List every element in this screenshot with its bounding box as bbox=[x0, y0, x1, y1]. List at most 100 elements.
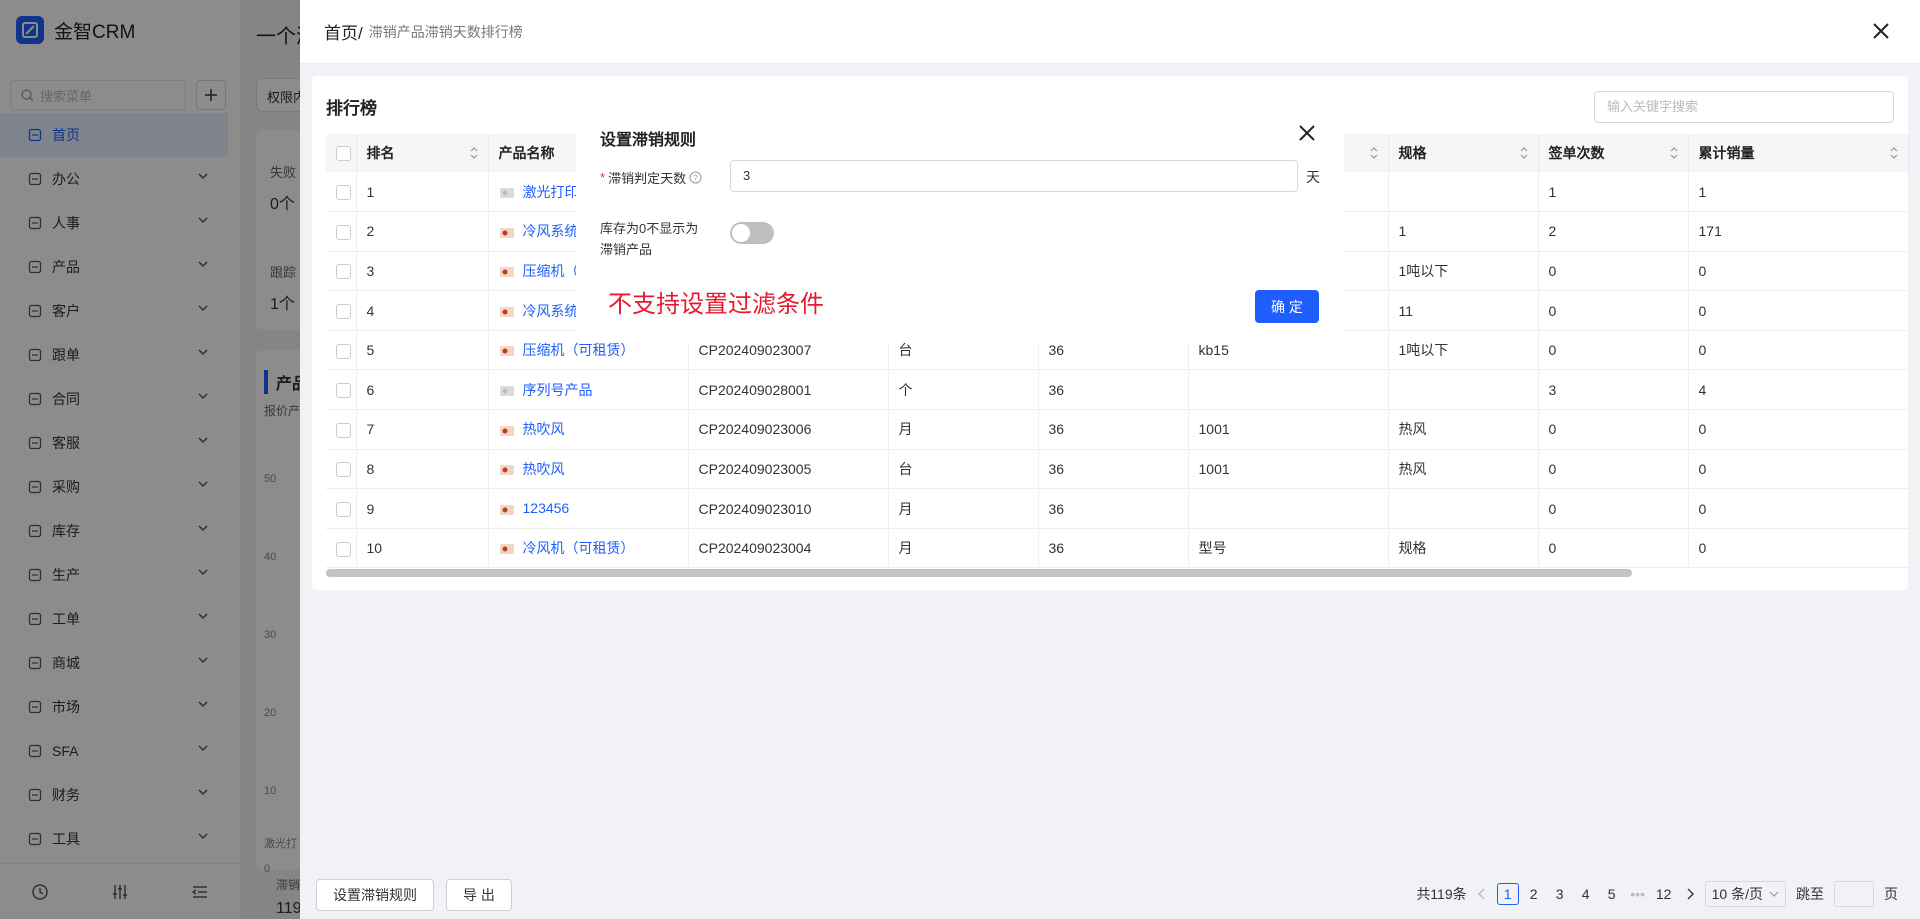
row-select-cell[interactable] bbox=[326, 528, 357, 569]
page-number[interactable]: 1 bbox=[1496, 883, 1519, 905]
page-number[interactable]: 5 bbox=[1601, 883, 1623, 905]
export-button[interactable]: 导 出 bbox=[446, 878, 512, 911]
drawer-footer: 设置滞销规则 导 出 共119条 1 2 3 4 5 ••• 12 10 条/页 跳至 页 bbox=[300, 870, 1920, 919]
cell-signs: 0 bbox=[1538, 290, 1689, 331]
sort-icon[interactable] bbox=[1370, 146, 1378, 160]
cell-spec bbox=[1388, 488, 1539, 529]
row-select-cell[interactable] bbox=[326, 330, 357, 371]
table-row[interactable]: 6 序列号产品 CP202409028001 个 36 3 4 bbox=[326, 369, 1909, 411]
table-row[interactable]: 9 123456 CP202409023010 月 36 0 0 bbox=[326, 488, 1909, 529]
product-name-cell[interactable]: 热吹风 bbox=[488, 449, 689, 490]
sort-icon[interactable] bbox=[470, 146, 478, 160]
product-name-cell[interactable]: 123456 bbox=[488, 488, 689, 529]
drawer-close-icon[interactable] bbox=[1870, 20, 1892, 42]
product-name-cell[interactable]: 序列号产品 bbox=[488, 369, 689, 411]
cell-signs: 0 bbox=[1538, 528, 1689, 569]
product-name-link[interactable]: 热吹风 bbox=[523, 421, 565, 437]
row-select-cell[interactable] bbox=[326, 409, 357, 450]
row-checkbox[interactable] bbox=[336, 224, 351, 240]
help-icon[interactable]: ? bbox=[689, 171, 702, 184]
cell-days: 36 bbox=[1038, 409, 1189, 450]
page-number[interactable]: 3 bbox=[1549, 883, 1571, 905]
row-checkbox[interactable] bbox=[336, 343, 351, 359]
set-rule-button[interactable]: 设置滞销规则 bbox=[316, 878, 434, 911]
modal-close-icon[interactable] bbox=[1298, 124, 1316, 142]
product-name-cell[interactable]: 冷风机（可租赁） bbox=[488, 528, 689, 569]
page-number[interactable]: 4 bbox=[1575, 883, 1597, 905]
breadcrumb-home[interactable]: 首页/ bbox=[324, 19, 363, 44]
row-checkbox[interactable] bbox=[336, 541, 351, 557]
product-name-link[interactable]: 冷风系统 bbox=[523, 223, 579, 239]
keyword-search-input[interactable]: 输入关键字搜索 bbox=[1594, 91, 1894, 123]
table-row[interactable]: 8 热吹风 CP202409023005 台 36 1001 热风 0 0 bbox=[326, 449, 1909, 490]
prev-page-icon[interactable] bbox=[1477, 888, 1487, 900]
cell-rank: 7 bbox=[356, 409, 489, 450]
cell-sales: 0 bbox=[1688, 409, 1909, 450]
required-mark: * bbox=[600, 170, 606, 185]
page-ellipsis[interactable]: ••• bbox=[1627, 883, 1649, 905]
row-checkbox[interactable] bbox=[336, 501, 351, 517]
product-name-link[interactable]: 123456 bbox=[523, 500, 570, 516]
sort-icon[interactable] bbox=[1890, 146, 1898, 160]
row-select-cell[interactable] bbox=[326, 251, 357, 292]
cell-rank: 4 bbox=[356, 290, 489, 331]
sort-icon[interactable] bbox=[1520, 146, 1528, 160]
days-input[interactable]: 3 bbox=[730, 160, 1298, 192]
page-size-select[interactable]: 10 条/页 bbox=[1704, 881, 1786, 907]
product-name-cell[interactable]: 热吹风 bbox=[488, 409, 689, 450]
cell-code: CP202409023005 bbox=[688, 449, 889, 490]
sort-icon[interactable] bbox=[1670, 146, 1678, 160]
select-all-checkbox[interactable] bbox=[336, 146, 351, 162]
next-page-icon[interactable] bbox=[1685, 888, 1695, 900]
product-name-link[interactable]: 冷风系统 bbox=[523, 303, 579, 319]
row-select-cell[interactable] bbox=[326, 488, 357, 529]
product-name-link[interactable]: 压缩机（可租赁） bbox=[523, 342, 635, 358]
confirm-button[interactable]: 确 定 bbox=[1255, 290, 1319, 323]
product-thumbnail-icon bbox=[499, 386, 514, 397]
table-row[interactable]: 10 冷风机（可租赁） CP202409023004 月 36 型号 规格 0 0 bbox=[326, 528, 1909, 569]
scrollbar-thumb[interactable] bbox=[326, 569, 1632, 577]
row-select-cell[interactable] bbox=[326, 369, 357, 411]
column-header[interactable]: 排名 bbox=[356, 134, 489, 172]
cell-unit: 个 bbox=[888, 369, 1039, 411]
product-thumbnail-icon bbox=[499, 346, 514, 357]
horizontal-scrollbar[interactable] bbox=[326, 569, 1908, 577]
row-checkbox[interactable] bbox=[336, 383, 351, 399]
cell-signs: 0 bbox=[1538, 251, 1689, 292]
row-select-cell[interactable] bbox=[326, 211, 357, 252]
row-checkbox[interactable] bbox=[336, 184, 351, 200]
cell-rank: 6 bbox=[356, 369, 489, 411]
cell-sales: 0 bbox=[1688, 251, 1909, 292]
stock-zero-toggle[interactable] bbox=[730, 222, 774, 244]
row-checkbox[interactable] bbox=[336, 264, 351, 280]
select-all-cell[interactable] bbox=[326, 134, 357, 172]
filter-note: 不支持设置过滤条件 bbox=[608, 290, 824, 318]
row-select-cell[interactable] bbox=[326, 172, 357, 213]
table-row[interactable]: 7 热吹风 CP202409023006 月 36 1001 热风 0 0 bbox=[326, 409, 1909, 450]
row-checkbox[interactable] bbox=[336, 303, 351, 319]
cell-signs: 3 bbox=[1538, 369, 1689, 411]
page-number[interactable]: 2 bbox=[1523, 883, 1545, 905]
days-field-label: * 滞销判定天数 ? bbox=[600, 168, 702, 187]
product-name-link[interactable]: 序列号产品 bbox=[523, 382, 593, 398]
column-header[interactable]: 规格 bbox=[1388, 134, 1539, 172]
row-checkbox[interactable] bbox=[336, 422, 351, 438]
set-rule-modal: 设置滞销规则 * 滞销判定天数 ? 3 天 库存为0不显示为滞销产品 不支持设置… bbox=[576, 100, 1344, 342]
product-name-link[interactable]: 冷风机（可租赁） bbox=[523, 540, 635, 556]
cell-unit: 台 bbox=[888, 449, 1039, 490]
column-header[interactable]: 累计销量 bbox=[1688, 134, 1909, 172]
product-thumbnail-icon bbox=[499, 425, 514, 436]
cell-signs: 0 bbox=[1538, 449, 1689, 490]
cell-spec bbox=[1388, 172, 1539, 213]
row-checkbox[interactable] bbox=[336, 462, 351, 478]
modal-title: 设置滞销规则 bbox=[600, 132, 697, 149]
cell-days: 36 bbox=[1038, 528, 1189, 569]
page-number[interactable]: 12 bbox=[1653, 883, 1675, 905]
jump-page-input[interactable] bbox=[1834, 881, 1874, 907]
cell-rank: 2 bbox=[356, 211, 489, 252]
product-name-link[interactable]: 热吹风 bbox=[523, 461, 565, 477]
row-select-cell[interactable] bbox=[326, 290, 357, 331]
column-header[interactable]: 签单次数 bbox=[1538, 134, 1689, 172]
row-select-cell[interactable] bbox=[326, 449, 357, 490]
cell-model bbox=[1188, 369, 1389, 411]
